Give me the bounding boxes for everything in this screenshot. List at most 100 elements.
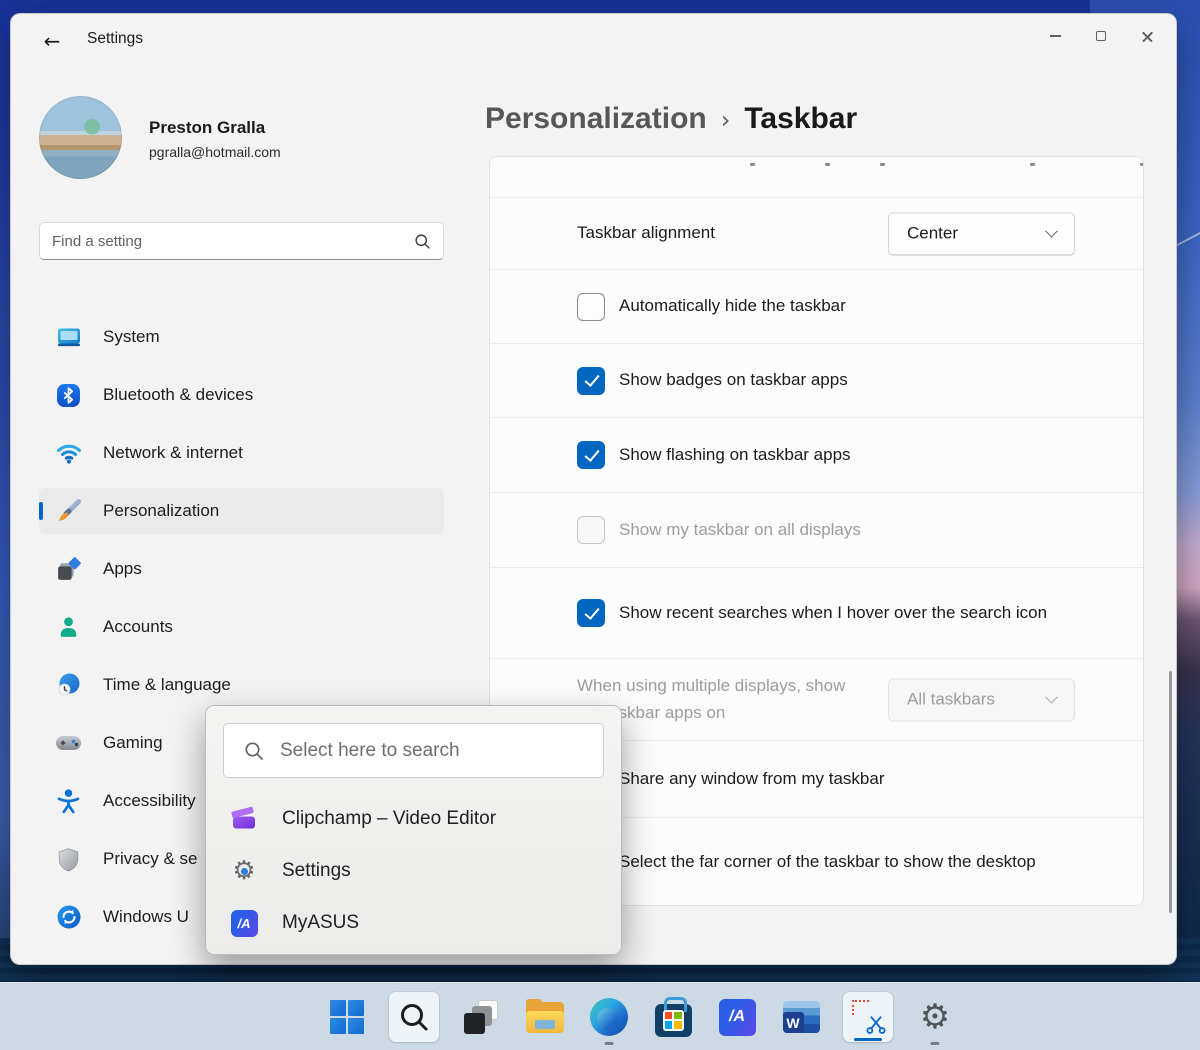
maximize-button[interactable]: [1078, 18, 1124, 54]
search-icon: [414, 233, 431, 250]
breadcrumb: Personalization › Taskbar: [485, 102, 857, 136]
sidebar-item-label: System: [103, 327, 160, 347]
sidebar-item-label: Accessibility: [103, 791, 196, 811]
running-indicator: [931, 1042, 940, 1046]
titlebar[interactable]: ← Settings: [11, 14, 1176, 64]
flyout-item-myasus[interactable]: /A MyASUS: [230, 899, 605, 947]
setting-row-badges: Show badges on taskbar apps: [490, 343, 1143, 417]
paintbrush-icon: [55, 498, 82, 525]
edge-button[interactable]: [587, 995, 631, 1039]
setting-label: Show recent searches when I hover over t…: [619, 600, 1047, 626]
flyout-item-label: Settings: [282, 860, 351, 882]
sidebar-item-time-language[interactable]: Time & language: [39, 662, 444, 708]
breadcrumb-personalization[interactable]: Personalization: [485, 102, 707, 136]
flyout-searchbox[interactable]: [223, 723, 604, 778]
find-setting-input[interactable]: [52, 233, 414, 250]
multiple-displays-dropdown: All taskbars: [888, 678, 1075, 721]
taskbar-settings-button[interactable]: ⚙: [913, 995, 957, 1039]
screen: ← Settings Preston Gralla pgralla@hotmai…: [0, 0, 1200, 1050]
setting-label: Show badges on taskbar apps: [619, 367, 848, 393]
setting-label: Show flashing on taskbar apps: [619, 442, 851, 468]
microsoft-store-button[interactable]: [651, 995, 695, 1039]
dropdown-value: All taskbars: [907, 690, 1047, 710]
back-button[interactable]: ←: [35, 26, 69, 56]
checkbox-checked[interactable]: [577, 599, 605, 627]
flyout-search-input[interactable]: [280, 740, 583, 762]
file-explorer-button[interactable]: [523, 995, 567, 1039]
flyout-item-clipchamp[interactable]: Clipchamp – Video Editor: [230, 795, 605, 843]
account-email: pgralla@hotmail.com: [149, 144, 281, 160]
running-indicator: [605, 1042, 614, 1046]
setting-label: Select the far corner of the taskbar to …: [619, 849, 1036, 875]
setting-row-auto-hide: Automatically hide the taskbar: [490, 269, 1143, 343]
setting-label: Taskbar alignment: [577, 220, 715, 246]
windows-logo-icon: [330, 1000, 365, 1035]
store-bag-icon: [655, 1004, 692, 1037]
clipchamp-icon: [230, 805, 258, 833]
setting-row-recent-searches: Show recent searches when I hover over t…: [490, 567, 1143, 658]
myasus-icon: /A: [719, 999, 756, 1036]
content-scrollbar[interactable]: [1169, 671, 1172, 913]
chevron-down-icon: [1045, 224, 1058, 237]
gamepad-icon: [55, 730, 82, 757]
sidebar-item-label: Bluetooth & devices: [103, 385, 253, 405]
sidebar-item-bluetooth-devices[interactable]: Bluetooth & devices: [39, 372, 444, 418]
chevron-down-icon: [1045, 690, 1058, 703]
shield-icon: [55, 846, 82, 873]
sidebar-item-label: Personalization: [103, 501, 219, 521]
person-icon: [55, 614, 82, 641]
sidebar-item-label: Time & language: [103, 675, 231, 695]
avatar[interactable]: [39, 96, 122, 179]
refresh-arrows-icon: [55, 904, 82, 931]
checkbox-checked[interactable]: [577, 441, 605, 469]
page-title: Taskbar: [744, 102, 857, 136]
checkbox-checked[interactable]: [577, 367, 605, 395]
sidebar-item-label: Network & internet: [103, 443, 243, 463]
flyout-item-settings[interactable]: ⚙ Settings: [230, 847, 605, 895]
search-flyout: Clipchamp – Video Editor ⚙ Settings /A M…: [205, 705, 622, 955]
search-icon: [398, 1001, 430, 1033]
sidebar-item-accounts[interactable]: Accounts: [39, 604, 444, 650]
task-view-button[interactable]: [459, 995, 503, 1039]
clock-globe-icon: [55, 672, 82, 699]
checkbox-unchecked[interactable]: [577, 293, 605, 321]
sidebar-item-apps[interactable]: Apps: [39, 546, 444, 592]
active-indicator: [854, 1038, 882, 1042]
bluetooth-icon: [55, 382, 82, 409]
setting-label: Share any window from my taskbar: [619, 766, 885, 792]
word-icon: W: [783, 1001, 820, 1033]
accessibility-person-icon: [55, 788, 82, 815]
checkbox-disabled: [577, 516, 605, 544]
setting-label: Automatically hide the taskbar: [619, 293, 846, 319]
snipping-tool-button[interactable]: [843, 992, 893, 1042]
sidebar-item-label: Privacy & se: [103, 849, 197, 869]
snipping-tool-icon: [851, 1000, 885, 1034]
task-view-icon: [464, 1000, 498, 1034]
taskbar-search-button[interactable]: [389, 992, 439, 1042]
find-setting-searchbox[interactable]: [39, 222, 444, 260]
sidebar-item-label: Accounts: [103, 617, 173, 637]
wifi-icon: [55, 440, 82, 467]
setting-row-taskbar-alignment: Taskbar alignment Center: [490, 197, 1143, 269]
start-button[interactable]: [325, 995, 369, 1039]
sidebar-item-label: Windows U: [103, 907, 189, 927]
setting-row-all-displays: Show my taskbar on all displays: [490, 492, 1143, 567]
word-button[interactable]: W: [779, 995, 823, 1039]
sidebar-item-system[interactable]: System: [39, 314, 444, 360]
sidebar-item-label: Gaming: [103, 733, 163, 753]
myasus-button[interactable]: /A: [715, 995, 759, 1039]
setting-label: Show my taskbar on all displays: [619, 517, 861, 543]
taskbar: /A W ⚙: [0, 982, 1200, 1050]
sidebar-item-personalization[interactable]: Personalization: [39, 488, 444, 534]
minimize-button[interactable]: [1032, 18, 1078, 54]
account-name: Preston Gralla: [149, 118, 265, 138]
sidebar-item-label: Apps: [103, 559, 142, 579]
close-button[interactable]: [1124, 18, 1170, 54]
dropdown-value: Center: [907, 224, 1047, 244]
edge-icon: [590, 998, 628, 1036]
setting-row-flashing: Show flashing on taskbar apps: [490, 417, 1143, 492]
search-icon: [244, 741, 264, 761]
sidebar-item-network-internet[interactable]: Network & internet: [39, 430, 444, 476]
system-icon: [55, 324, 82, 351]
taskbar-alignment-dropdown[interactable]: Center: [888, 212, 1075, 255]
